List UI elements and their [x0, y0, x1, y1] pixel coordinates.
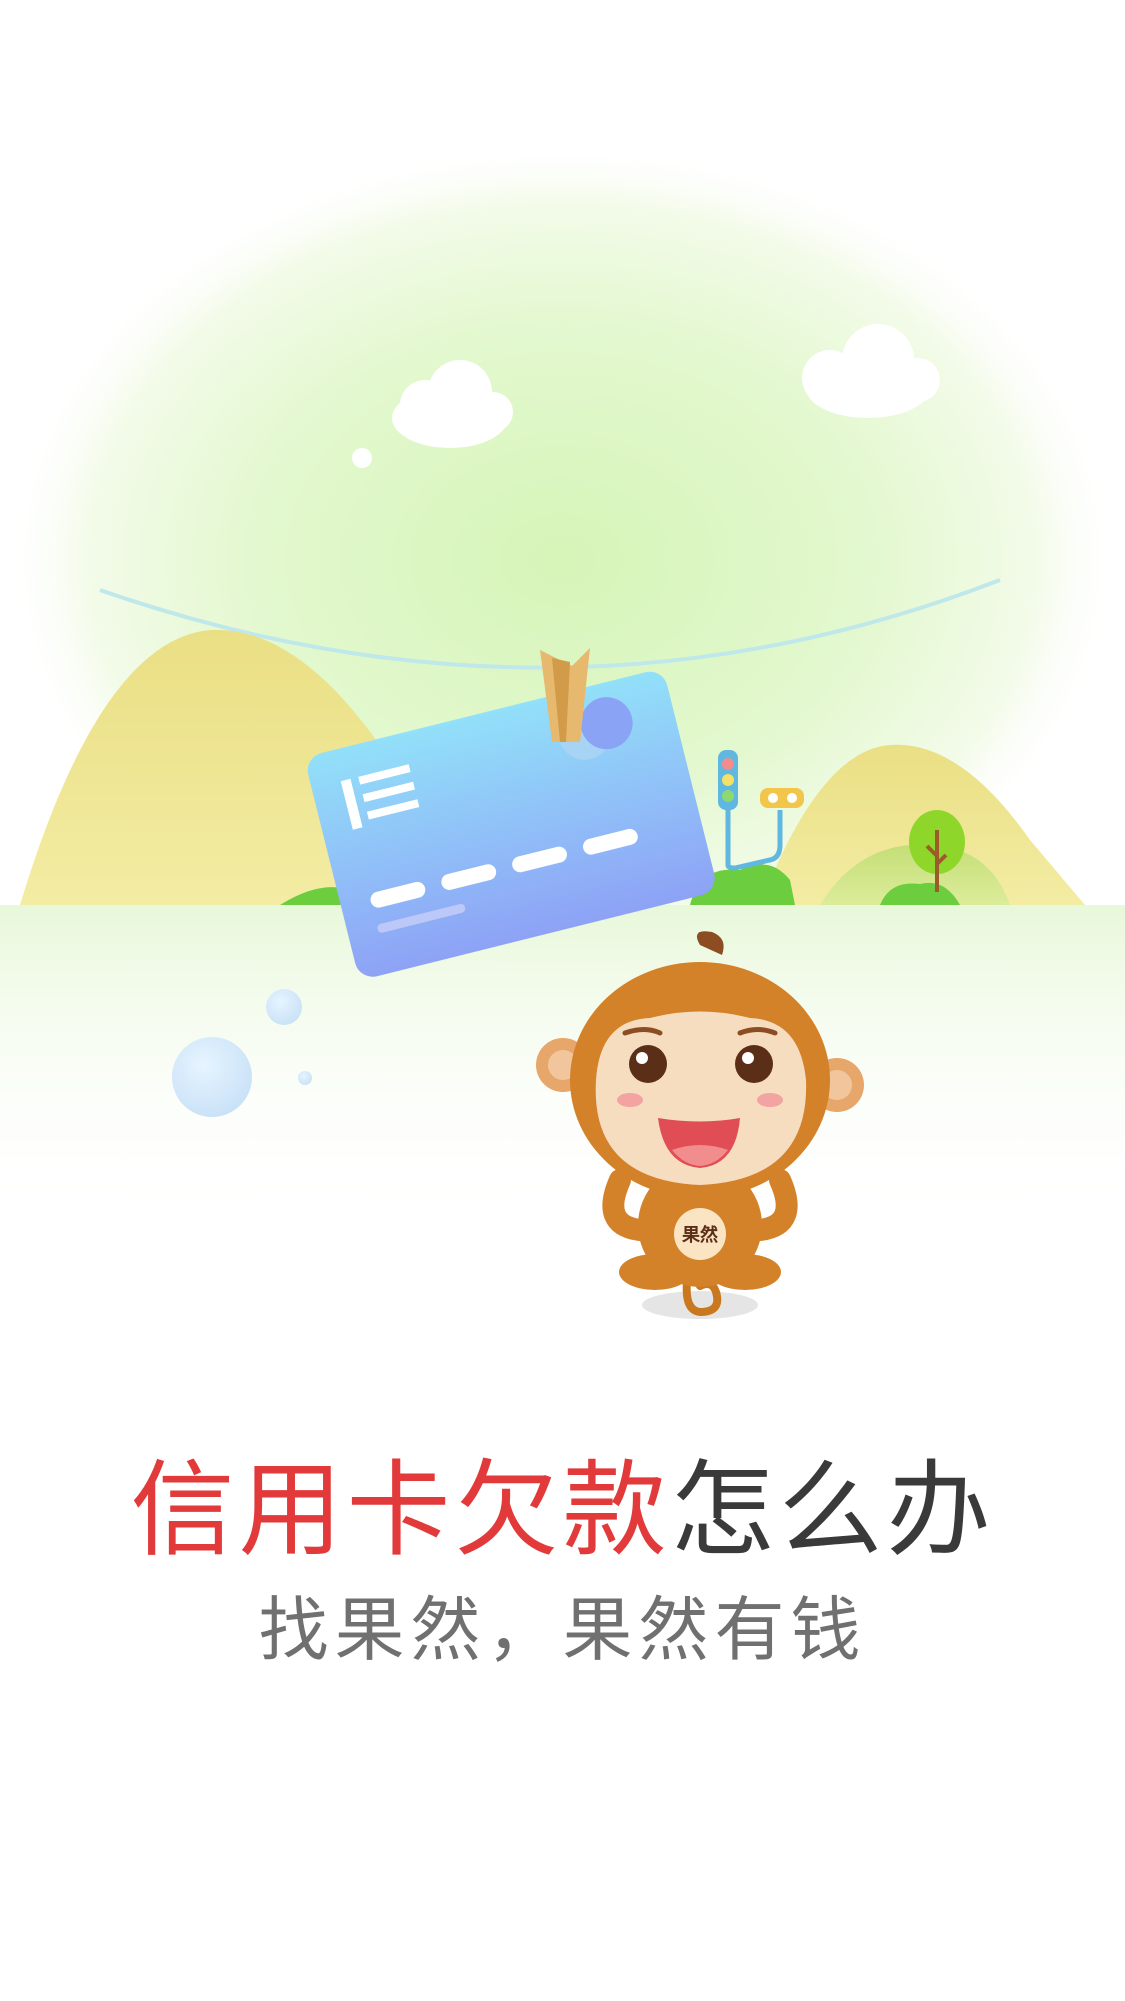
splash-illustration — [0, 140, 1125, 1319]
headline: 信用卡欠款怎么办 — [0, 1445, 1125, 1575]
bubble — [266, 989, 302, 1025]
cloud-dot — [352, 448, 372, 468]
splash-screen: 果然 信用卡欠款怎么办 找果然，果然有钱 — [0, 0, 1125, 2001]
bubble — [172, 1037, 252, 1117]
subtitle: 找果然，果然有钱 — [258, 1589, 867, 1671]
bubble — [298, 1071, 312, 1085]
mascot-badge: 果然 — [682, 1225, 718, 1246]
headline-rest: 怎么办 — [670, 1449, 995, 1571]
headline-highlight: 信用卡欠款 — [130, 1449, 671, 1571]
